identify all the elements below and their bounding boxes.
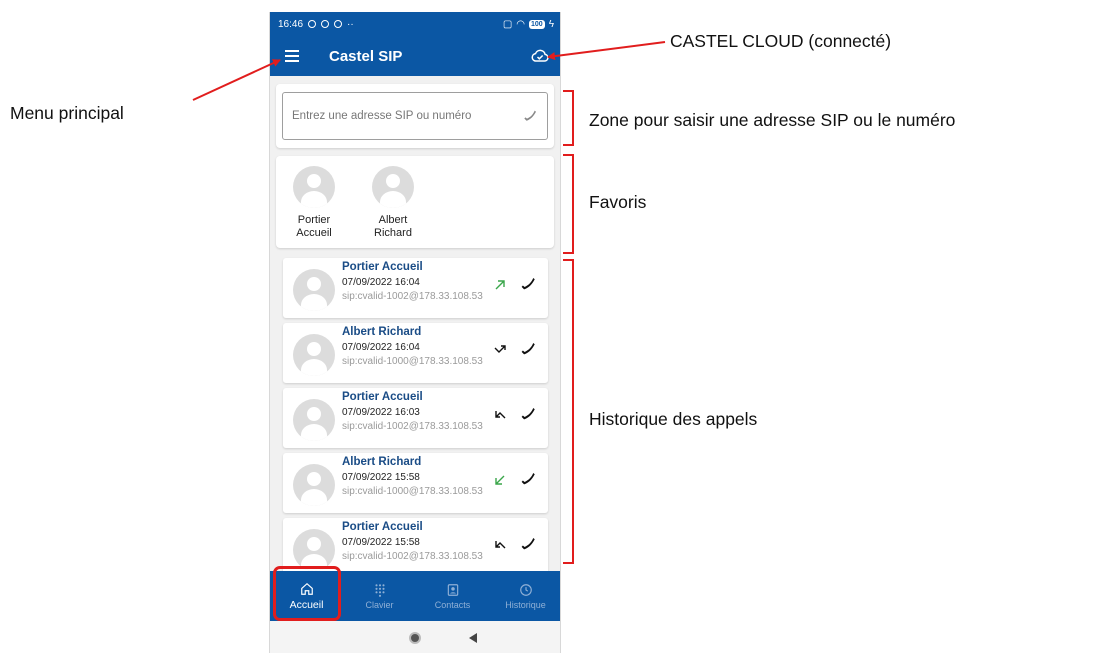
cloud-annotation-arrow [547, 41, 666, 61]
call-history-item[interactable]: Portier Accueil 07/09/2022 16:04 sip:cva… [283, 258, 548, 318]
call-history-item[interactable]: Albert Richard 07/09/2022 15:58 sip:cval… [283, 453, 548, 513]
favorites-card: Portier Accueil Albert Richard [276, 156, 554, 248]
incoming-missed-call-icon [495, 411, 506, 419]
cloud-connected-icon[interactable] [530, 46, 550, 66]
nav-label: Clavier [365, 599, 394, 610]
avatar [293, 529, 335, 571]
avatar [293, 269, 335, 311]
system-navigation-bar [270, 621, 560, 653]
menu-icon[interactable] [285, 50, 299, 62]
sip-address: sip:cvalid-1000@178.33.108.53 [342, 486, 483, 497]
call-back-button[interactable] [519, 340, 537, 358]
status-bar: 16:46 ·· ▢ ◠ 100 ϟ [270, 12, 560, 36]
nav-clavier[interactable]: Clavier [343, 571, 416, 621]
cloud-annotation-label: CASTEL CLOUD (connecté) [670, 31, 892, 51]
avatar [372, 166, 414, 208]
system-home-button[interactable] [409, 632, 421, 644]
sip-address: sip:cvalid-1002@178.33.108.53 [342, 551, 483, 562]
incoming-missed-call-icon [495, 541, 506, 549]
search-zone-bracket [563, 90, 574, 146]
outgoing-missed-call-icon [494, 345, 506, 353]
search-card [276, 84, 554, 148]
call-history-item[interactable]: Albert Richard 07/09/2022 16:04 sip:cval… [283, 323, 548, 383]
home-content: PortierAccueil AlbertRichard Portier Acc… [270, 76, 560, 571]
contact-name: Albert Richard [342, 456, 422, 468]
battery-icon: 100 [529, 19, 545, 29]
charging-icon: ϟ [548, 18, 554, 30]
outgoing-call-icon [495, 280, 505, 290]
app-bar: Castel SIP [270, 36, 560, 76]
call-back-button[interactable] [519, 275, 537, 293]
call-back-button[interactable] [519, 470, 537, 488]
avatar [293, 399, 335, 441]
contact-name: Portier Accueil [342, 261, 423, 273]
favorite-name: Portier Accueil [296, 214, 332, 239]
call-datetime: 07/09/2022 15:58 [342, 537, 420, 548]
favorites-annotation-label: Favoris [589, 192, 647, 212]
sip-address-input[interactable] [292, 110, 522, 122]
call-history-list: Portier Accueil 07/09/2022 16:04 sip:cva… [270, 256, 560, 571]
menu-annotation-arrow [192, 59, 281, 101]
sip-address: sip:cvalid-1002@178.33.108.53 [342, 291, 483, 302]
sip-address: sip:cvalid-1002@178.33.108.53 [342, 421, 483, 432]
clock-icon [519, 583, 532, 596]
contacts-icon [447, 583, 458, 596]
screenshot-canvas: 16:46 ·· ▢ ◠ 100 ϟ Castel SIP Entrez une… [0, 0, 1104, 653]
favorites-bracket [563, 154, 574, 254]
search-zone-annotation-label: Zone pour saisir une adresse SIP ou le n… [589, 110, 956, 130]
contact-name: Portier Accueil [342, 391, 423, 403]
history-annotation-label: Historique des appels [589, 409, 758, 429]
notification-icon [308, 20, 317, 28]
nav-label: Contacts [434, 599, 471, 610]
more-notifications-icon: ·· [347, 18, 354, 30]
sip-address-field-box [282, 92, 548, 140]
dialpad-icon [374, 583, 385, 597]
favorite-contact[interactable]: Portier Accueil [284, 166, 344, 240]
favorite-contact[interactable]: Albert Richard [363, 166, 423, 240]
status-time: 16:46 [278, 18, 304, 30]
call-back-button[interactable] [519, 535, 537, 553]
history-bracket [563, 259, 574, 564]
avatar [293, 166, 335, 208]
call-datetime: 07/09/2022 16:03 [342, 407, 420, 418]
call-button[interactable] [522, 108, 538, 124]
nav-historique[interactable]: Historique [489, 571, 560, 621]
app-title: Castel SIP [329, 47, 403, 65]
call-datetime: 07/09/2022 16:04 [342, 277, 420, 288]
sip-address: sip:cvalid-1000@178.33.108.53 [342, 356, 483, 367]
call-history-item[interactable]: Portier Accueil 07/09/2022 15:58 sip:cva… [283, 518, 548, 571]
phone-screen: 16:46 ·· ▢ ◠ 100 ϟ Castel SIP Entrez une… [269, 12, 561, 653]
nav-contacts[interactable]: Contacts [416, 571, 489, 621]
avatar [293, 464, 335, 506]
contact-name: Albert Richard [342, 326, 422, 338]
wifi-icon: ◠ [516, 18, 526, 30]
call-datetime: 07/09/2022 15:58 [342, 472, 420, 483]
nav-label: Historique [505, 599, 546, 610]
notification-icon [334, 20, 343, 28]
accueil-highlight-box [273, 566, 341, 621]
notification-icon [321, 20, 330, 28]
avatar [293, 334, 335, 376]
favorite-name: Albert Richard [374, 214, 412, 239]
incoming-call-icon [495, 475, 505, 485]
vibrate-icon: ▢ [502, 18, 513, 30]
call-back-button[interactable] [519, 405, 537, 423]
system-back-button[interactable] [469, 633, 477, 643]
menu-annotation-label: Menu principal [10, 103, 124, 123]
call-datetime: 07/09/2022 16:04 [342, 342, 420, 353]
call-history-item[interactable]: Portier Accueil 07/09/2022 16:03 sip:cva… [283, 388, 548, 448]
contact-name: Portier Accueil [342, 521, 423, 533]
